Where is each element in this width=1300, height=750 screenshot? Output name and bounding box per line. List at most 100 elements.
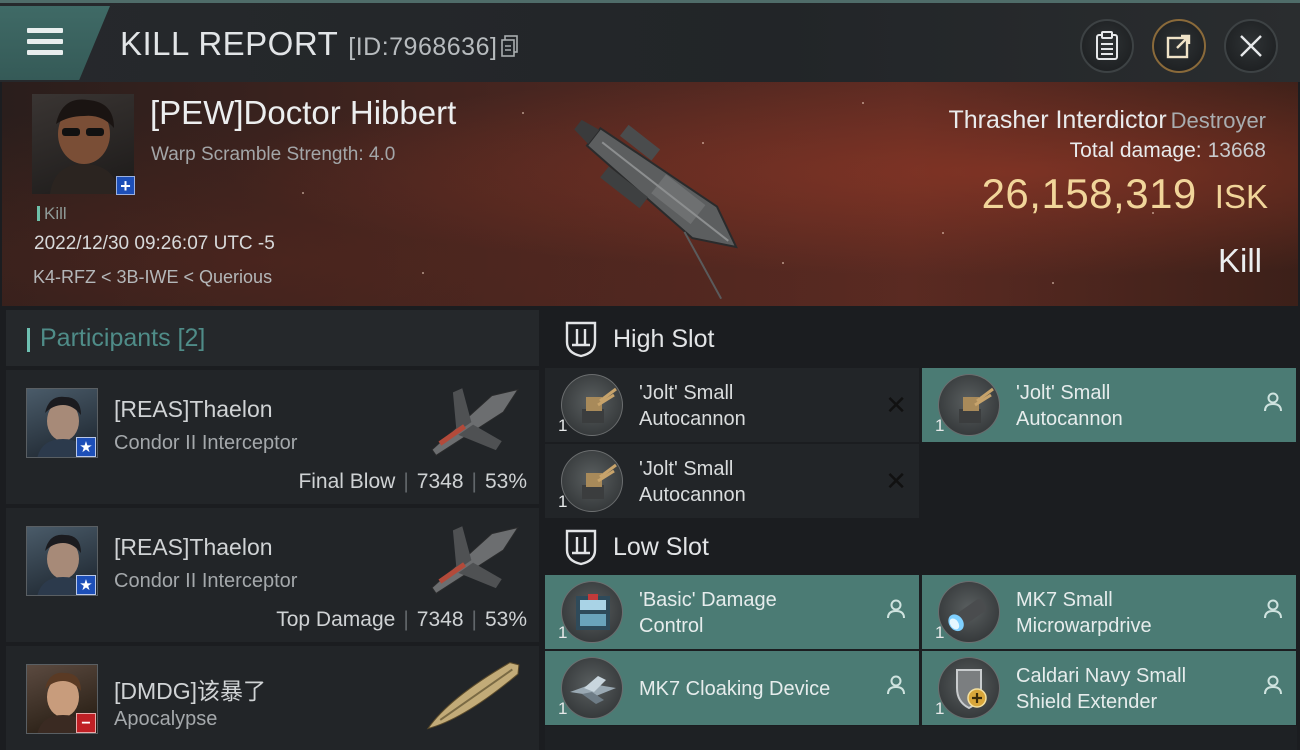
isk-unit: ISK: [1214, 178, 1268, 215]
ship-name[interactable]: Thrasher Interdictor: [949, 106, 1167, 134]
share-icon: [1166, 34, 1191, 59]
section-accent: [27, 328, 30, 352]
destroyed-icon: ✕: [885, 390, 907, 420]
item-name-line: 'Basic' Damage: [639, 589, 777, 611]
item-name-line: Autocannon: [1016, 408, 1123, 430]
item-name-line: MK7 Small: [1016, 589, 1113, 611]
participant-ship-image: [413, 376, 533, 471]
participant-ship: Apocalypse: [114, 708, 218, 730]
participant-name[interactable]: [DMDG]该暴了: [114, 672, 266, 706]
module-item[interactable]: 1 Caldari Navy Small Shield Extender: [922, 651, 1296, 725]
participant-ship-image: [413, 652, 533, 747]
victim-ship-type: Thrasher Interdictor Destroyer: [949, 106, 1267, 135]
item-quantity: 1: [935, 699, 945, 718]
victim-ship-image: [542, 87, 772, 306]
item-quantity: 1: [935, 623, 945, 642]
hamburger-icon: [27, 28, 63, 61]
module-item[interactable]: 1 MK7 Cloaking Device: [545, 651, 919, 725]
close-icon: [1240, 35, 1262, 57]
item-quantity: 1: [935, 416, 945, 435]
participants-header[interactable]: Participants [2]: [6, 310, 539, 366]
participant-row[interactable]: − [DMDG]该暴了 Apocalypse: [6, 646, 539, 750]
cloaking-device-icon: [561, 657, 623, 719]
participants-label: Participants [2]: [40, 324, 206, 352]
title-text: KILL REPORT: [120, 25, 339, 62]
victim-subtitle: Warp Scramble Strength: 4.0: [151, 144, 396, 165]
share-button[interactable]: [1152, 19, 1206, 73]
total-damage: Total damage: 13668: [1070, 139, 1266, 163]
participant-damage: 7348: [416, 608, 464, 631]
clipboard-button[interactable]: [1080, 19, 1134, 73]
item-quantity: 1: [558, 623, 568, 642]
divider: |: [403, 608, 409, 631]
participant-row[interactable]: ★ [REAS]Thaelon Condor II Interceptor To…: [6, 508, 539, 642]
high-slot-header: High Slot: [545, 308, 1297, 372]
star-badge-icon: ★: [76, 437, 96, 457]
participant-ship: Condor II Interceptor: [114, 570, 298, 592]
item-name-line: Shield Extender: [1016, 691, 1158, 713]
person-icon: [1264, 599, 1282, 624]
item-name-line: 'Jolt' Small: [1016, 382, 1111, 404]
autocannon-icon: [561, 374, 623, 436]
item-name: MK7 Cloaking Device: [639, 676, 879, 702]
minus-badge-icon: −: [76, 713, 96, 733]
isk-value: 26,158,319 ISK: [982, 170, 1268, 218]
autocannon-icon: [561, 450, 623, 512]
module-item[interactable]: 1 'Basic' Damage Control: [545, 575, 919, 649]
item-name: Caldari Navy Small Shield Extender: [1016, 663, 1256, 715]
divider: |: [471, 608, 477, 631]
high-slot-label: High Slot: [613, 325, 715, 353]
clipboard-icon: [1096, 31, 1118, 60]
participant-role: Final Blow: [298, 470, 396, 493]
menu-button[interactable]: [0, 6, 110, 80]
module-item[interactable]: 1 'Jolt' Small Autocannon ✕: [545, 368, 919, 442]
participant-name[interactable]: [REAS]Thaelon: [114, 396, 273, 423]
shield-extender-icon: [938, 657, 1000, 719]
participant-stats: Top Damage | 7348 | 53%: [276, 608, 527, 632]
participant-ship: Condor II Interceptor: [114, 432, 298, 454]
participant-percent: 53%: [484, 470, 527, 493]
kill-datetime: 2022/12/30 09:26:07 UTC -5: [34, 233, 275, 254]
close-button[interactable]: [1224, 19, 1278, 73]
top-bar: KILL REPORT [ID:7968636]: [0, 0, 1300, 82]
copy-icon[interactable]: [501, 27, 519, 65]
item-name-line: Microwarpdrive: [1016, 615, 1152, 637]
damage-control-icon: [561, 581, 623, 643]
item-name-line: 'Jolt' Small: [639, 458, 734, 480]
kill-result: Kill: [1217, 242, 1262, 279]
divider: |: [403, 470, 409, 493]
item-name: 'Jolt' Small Autocannon: [1016, 380, 1256, 432]
kill-tag: Kill: [37, 204, 67, 224]
participant-percent: 53%: [484, 608, 527, 631]
item-name: 'Jolt' Small Autocannon: [639, 380, 879, 432]
damage-label: Total damage:: [1069, 139, 1202, 162]
damage-value: 13668: [1207, 139, 1266, 162]
item-name-line: Caldari Navy Small: [1016, 665, 1187, 687]
participant-stats: Final Blow | 7348 | 53%: [298, 470, 527, 494]
module-item[interactable]: 1 'Jolt' Small Autocannon ✕: [545, 444, 919, 518]
autocannon-icon: [938, 374, 1000, 436]
plus-badge-icon: +: [116, 176, 135, 195]
ship-class: Destroyer: [1170, 108, 1266, 133]
item-quantity: 1: [558, 492, 568, 511]
kill-id: [ID:7968636]: [348, 33, 498, 61]
module-item[interactable]: 1 'Jolt' Small Autocannon: [922, 368, 1296, 442]
divider: |: [471, 470, 477, 493]
victim-name[interactable]: [PEW]Doctor Hibbert: [150, 94, 456, 132]
participant-role: Top Damage: [276, 608, 396, 631]
item-name-line: 'Jolt' Small: [639, 382, 734, 404]
item-name: MK7 Small Microwarpdrive: [1016, 587, 1256, 639]
next-section-header: [545, 726, 1297, 750]
kill-location[interactable]: K4-RFZ < 3B-IWE < Querious: [33, 267, 272, 288]
star-badge-icon: ★: [76, 575, 96, 595]
item-name-line: Autocannon: [639, 484, 746, 506]
item-name: 'Jolt' Small Autocannon: [639, 456, 879, 508]
item-quantity: 1: [558, 416, 568, 435]
item-quantity: 1: [558, 699, 568, 718]
participant-ship-image: [413, 514, 533, 609]
person-icon: [1264, 392, 1282, 417]
participant-row[interactable]: ★ [REAS]Thaelon Condor II Interceptor Fi…: [6, 370, 539, 504]
module-item[interactable]: 1 MK7 Small Microwarpdrive: [922, 575, 1296, 649]
low-slot-header: Low Slot: [545, 516, 1297, 580]
participant-name[interactable]: [REAS]Thaelon: [114, 534, 273, 561]
